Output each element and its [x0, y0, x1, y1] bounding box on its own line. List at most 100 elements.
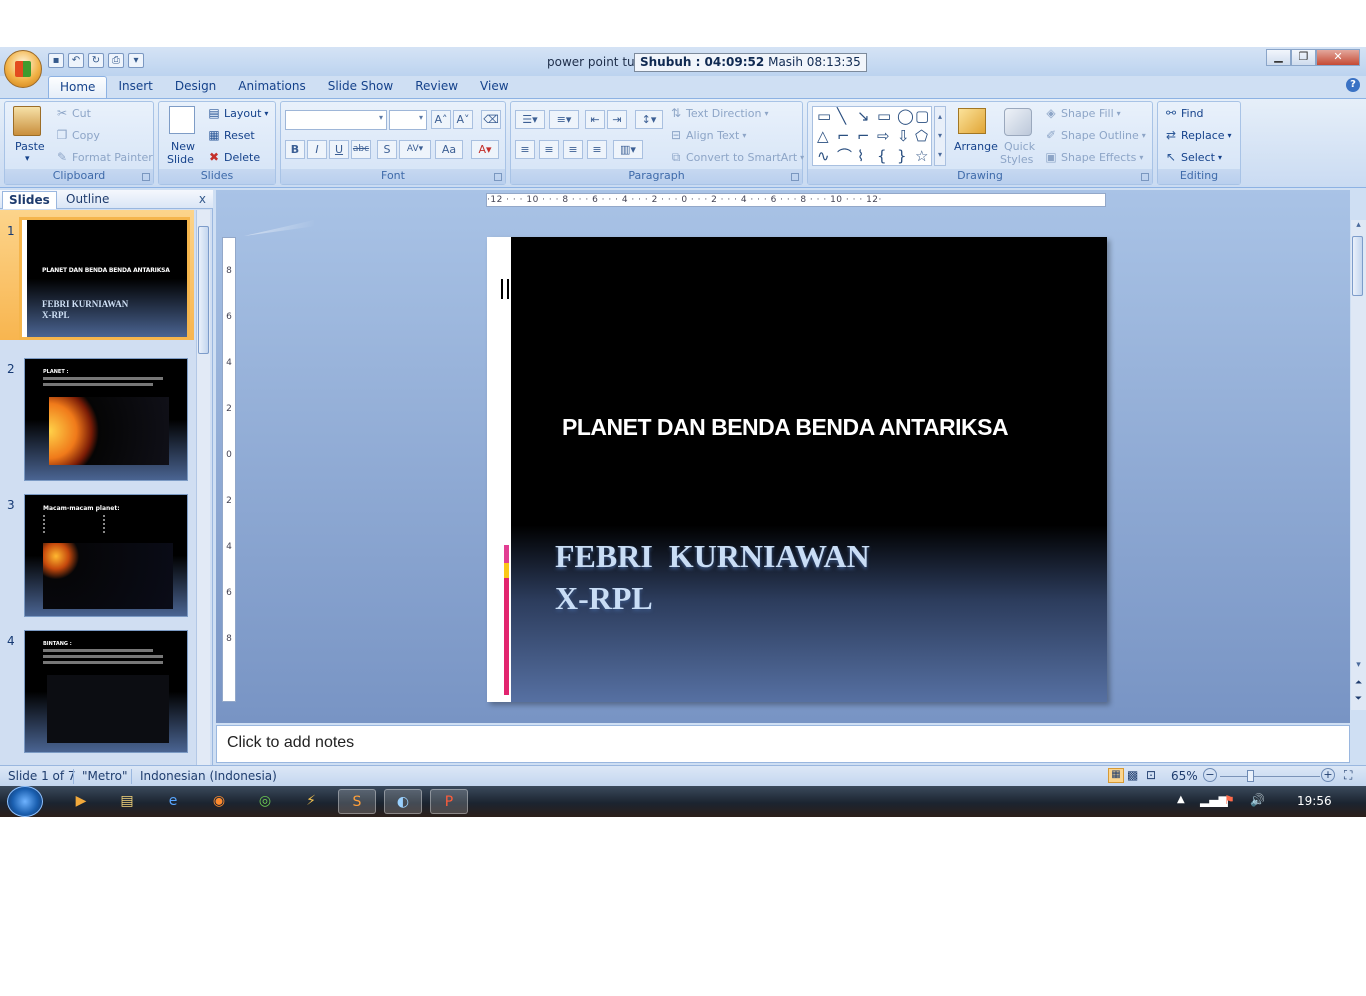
- zoom-out-icon[interactable]: −: [1203, 768, 1217, 782]
- shape-effects-button[interactable]: ▣ Shape Effects ▾: [1044, 151, 1143, 165]
- freeform-shape-icon[interactable]: ⌇: [857, 149, 864, 164]
- strikethrough-icon[interactable]: abc: [351, 140, 371, 159]
- customize-qat-icon[interactable]: ▾: [128, 53, 144, 68]
- cut-button[interactable]: ✂ Cut: [55, 107, 91, 121]
- dialog-launcher-icon[interactable]: [1141, 173, 1149, 181]
- dialog-launcher-icon[interactable]: [791, 173, 799, 181]
- tab-outline[interactable]: Outline: [60, 191, 115, 209]
- left-brace-shape-icon[interactable]: {: [877, 149, 887, 164]
- minimize-button[interactable]: ▁: [1266, 49, 1291, 66]
- curve-shape-icon[interactable]: ∿: [817, 149, 830, 164]
- font-size-box[interactable]: ▾: [389, 110, 427, 130]
- action-center-icon[interactable]: ⚑: [1224, 793, 1235, 807]
- underline-icon[interactable]: U: [329, 140, 349, 159]
- bullets-icon[interactable]: ☰▾: [515, 110, 545, 129]
- convert-smartart-button[interactable]: ⧉ Convert to SmartArt ▾: [669, 151, 804, 165]
- slide-thumbnail-1[interactable]: PLANET DAN BENDA BENDA ANTARIKSA FEBRI K…: [19, 217, 190, 340]
- control-panel-icon[interactable]: ◐: [384, 789, 422, 814]
- editing-scroll-thumb[interactable]: [1352, 236, 1363, 296]
- arrange-button[interactable]: Arrange: [954, 140, 998, 153]
- reset-button[interactable]: ▦ Reset: [207, 129, 254, 143]
- arc-shape-icon[interactable]: ⌒: [837, 149, 852, 164]
- zoom-slider[interactable]: [1220, 776, 1320, 777]
- firefox-icon[interactable]: ◉: [200, 789, 238, 814]
- format-painter-button[interactable]: ✎ Format Painter: [55, 151, 153, 165]
- next-slide-icon[interactable]: ⏷: [1351, 694, 1366, 708]
- app-icon[interactable]: S: [338, 789, 376, 814]
- quick-styles-label-2[interactable]: Styles: [1000, 153, 1033, 166]
- character-spacing-icon[interactable]: AV▾: [399, 140, 431, 159]
- new-slide-label-2[interactable]: Slide: [167, 153, 194, 166]
- columns-icon[interactable]: ▥▾: [613, 140, 643, 159]
- tab-animations[interactable]: Animations: [227, 76, 316, 99]
- font-color-icon[interactable]: A▾: [471, 140, 499, 159]
- triangle-shape-icon[interactable]: △: [817, 129, 829, 144]
- paste-dropdown-icon[interactable]: ▾: [25, 154, 30, 164]
- theme-name[interactable]: "Metro": [82, 769, 128, 783]
- shrink-font-icon[interactable]: A˅: [453, 110, 473, 129]
- close-button[interactable]: ✕: [1316, 49, 1360, 66]
- redo-icon[interactable]: ↻: [88, 53, 104, 68]
- previous-slide-icon[interactable]: ⏶: [1351, 678, 1366, 692]
- increase-indent-icon[interactable]: ⇥: [607, 110, 627, 129]
- line-spacing-icon[interactable]: ↕▾: [635, 110, 663, 129]
- dialog-launcher-icon[interactable]: [494, 173, 502, 181]
- select-button[interactable]: ↖ Select ▾: [1164, 151, 1222, 165]
- close-icon[interactable]: x: [199, 192, 206, 206]
- explorer-icon[interactable]: ▤: [108, 789, 146, 814]
- winrar-icon[interactable]: ⚡: [292, 789, 330, 814]
- clear-format-icon[interactable]: ⌫: [481, 110, 501, 129]
- tab-slide-show[interactable]: Slide Show: [317, 76, 404, 99]
- numbering-icon[interactable]: ≡▾: [549, 110, 579, 129]
- star-shape-icon[interactable]: ☆: [915, 149, 928, 164]
- scroll-down-icon[interactable]: ▾: [1351, 660, 1366, 674]
- normal-view-icon[interactable]: ▦: [1108, 768, 1124, 783]
- slide-thumbnail-4[interactable]: BINTANG :: [24, 630, 188, 753]
- delete-button[interactable]: ✖ Delete: [207, 151, 260, 165]
- internet-explorer-icon[interactable]: e: [154, 789, 192, 814]
- bold-icon[interactable]: B: [285, 140, 305, 159]
- office-button[interactable]: [4, 50, 42, 88]
- elbow-connector-icon[interactable]: ⌐: [837, 129, 850, 144]
- zoom-in-icon[interactable]: +: [1321, 768, 1335, 782]
- rectangle-shape-icon[interactable]: ▭: [877, 109, 891, 124]
- change-case-icon[interactable]: Aa: [435, 140, 463, 159]
- text-direction-button[interactable]: ⇅ Text Direction ▾: [669, 107, 768, 121]
- textbox-shape-icon[interactable]: ▭: [817, 109, 831, 124]
- slide-subtitle[interactable]: FEBRI KURNIAWAN X-RPL: [555, 535, 870, 619]
- justify-icon[interactable]: ≡: [587, 140, 607, 159]
- shape-fill-button[interactable]: ◈ Shape Fill ▾: [1044, 107, 1120, 121]
- right-arrow-shape-icon[interactable]: ⇨: [877, 129, 890, 144]
- powerpoint-taskbar-icon[interactable]: P: [430, 789, 468, 814]
- scroll-up-icon[interactable]: ▴: [1351, 220, 1366, 234]
- slide-thumbnail-3[interactable]: Macam-macam planet:: [24, 494, 188, 617]
- right-brace-shape-icon[interactable]: }: [897, 149, 907, 164]
- show-hidden-icons[interactable]: ▲: [1177, 794, 1185, 805]
- pane-scrollbar[interactable]: [196, 210, 210, 765]
- font-name-box[interactable]: ▾: [285, 110, 387, 130]
- notes-pane[interactable]: Click to add notes: [216, 725, 1350, 763]
- oval-shape-icon[interactable]: ◯: [897, 109, 914, 124]
- tab-view[interactable]: View: [469, 76, 519, 99]
- decrease-indent-icon[interactable]: ⇤: [585, 110, 605, 129]
- elbow-arrow-icon[interactable]: ⌐: [857, 129, 870, 144]
- slide-show-icon[interactable]: ⊡: [1146, 768, 1156, 782]
- media-player-icon[interactable]: ▶: [62, 789, 100, 814]
- text-shadow-icon[interactable]: S: [377, 140, 397, 159]
- zoom-level[interactable]: 65%: [1171, 769, 1198, 783]
- volume-icon[interactable]: 🔊: [1250, 793, 1265, 807]
- tab-slides[interactable]: Slides: [2, 191, 57, 209]
- pane-scroll-thumb[interactable]: [198, 226, 209, 354]
- align-left-icon[interactable]: ≡: [515, 140, 535, 159]
- align-right-icon[interactable]: ≡: [563, 140, 583, 159]
- replace-button[interactable]: ⇄ Replace ▾: [1164, 129, 1232, 143]
- dialog-launcher-icon[interactable]: [142, 173, 150, 181]
- shapes-gallery-scroll[interactable]: ▴ ▾ ▾: [934, 106, 946, 166]
- tab-home[interactable]: Home: [48, 76, 108, 99]
- start-button[interactable]: [7, 786, 43, 817]
- tab-review[interactable]: Review: [404, 76, 469, 99]
- new-slide-button[interactable]: New: [171, 140, 195, 153]
- language-indicator[interactable]: Indonesian (Indonesia): [140, 769, 277, 783]
- save-icon[interactable]: ▪: [48, 53, 64, 68]
- fit-to-window-icon[interactable]: ⛶: [1344, 768, 1352, 783]
